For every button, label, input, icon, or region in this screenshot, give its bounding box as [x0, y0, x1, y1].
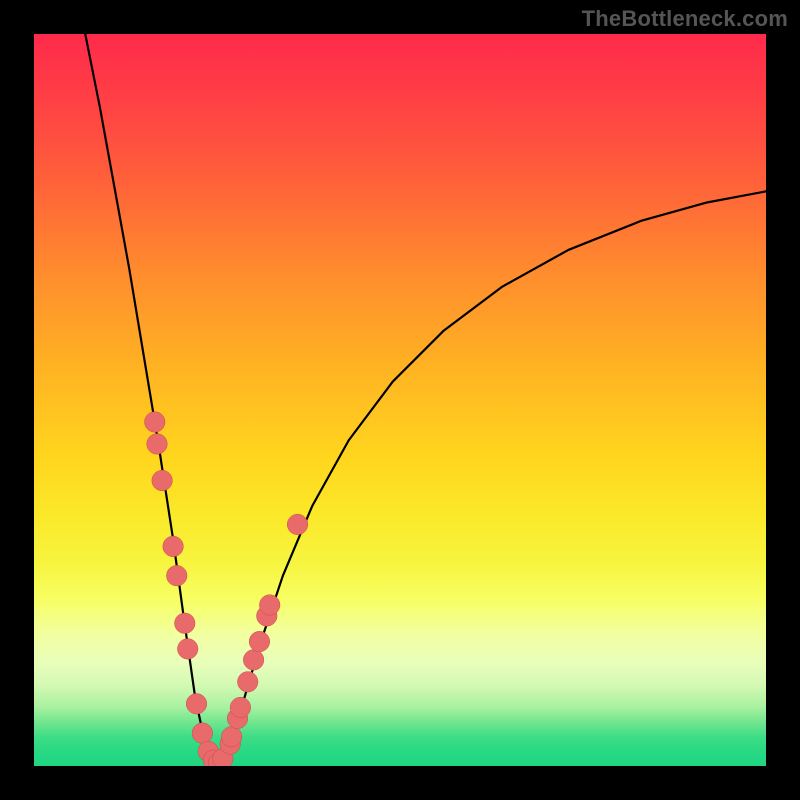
data-marker	[243, 650, 264, 671]
data-marker	[249, 631, 270, 652]
data-marker	[186, 694, 207, 715]
data-marker	[175, 613, 196, 634]
data-marker	[152, 470, 173, 491]
data-markers	[145, 412, 308, 766]
data-marker	[221, 726, 242, 747]
data-marker	[145, 412, 166, 433]
data-marker	[166, 565, 187, 586]
data-marker	[237, 672, 257, 693]
plot-area	[34, 34, 766, 766]
data-marker	[230, 697, 251, 718]
data-marker	[163, 536, 184, 557]
chart-svg	[34, 34, 766, 766]
data-marker	[192, 723, 213, 744]
watermark-label: TheBottleneck.com	[582, 6, 788, 32]
data-marker	[177, 639, 198, 660]
data-marker	[259, 595, 280, 616]
data-marker	[147, 434, 168, 455]
data-marker	[287, 514, 308, 535]
